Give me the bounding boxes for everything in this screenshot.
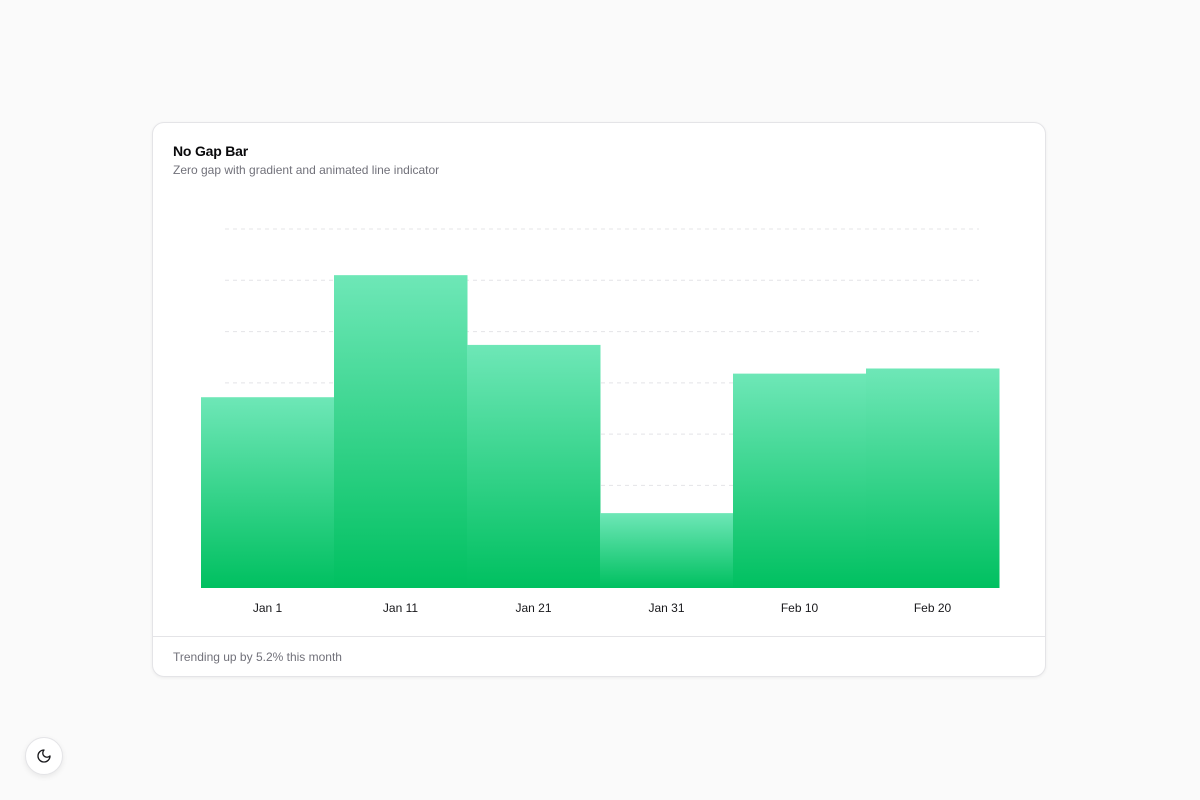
footer-text: Trending up by 5.2% this month — [173, 650, 342, 664]
x-tick-label: Jan 11 — [383, 601, 418, 615]
x-tick-label: Feb 10 — [781, 601, 819, 615]
x-tick-label: Jan 21 — [515, 601, 551, 615]
bars — [201, 275, 1000, 588]
theme-toggle-button[interactable] — [25, 737, 63, 775]
chart-card: No Gap Bar Zero gap with gradient and an… — [152, 122, 1046, 677]
bar-feb-10[interactable] — [733, 373, 867, 588]
x-axis-labels: Jan 1 Jan 11 Jan 21 Jan 31 Feb 10 Feb 20 — [253, 601, 952, 615]
bar-jan-1[interactable] — [201, 397, 335, 588]
bar-feb-20[interactable] — [866, 368, 1000, 588]
x-tick-label: Feb 20 — [914, 601, 952, 615]
card-footer: Trending up by 5.2% this month — [153, 636, 1045, 676]
bar-jan-11[interactable] — [334, 275, 468, 588]
bar-jan-21[interactable] — [467, 344, 601, 588]
moon-icon — [37, 749, 51, 763]
bar-chart: Jan 1 Jan 11 Jan 21 Jan 31 Feb 10 Feb 20 — [201, 228, 1000, 615]
x-tick-label: Jan 1 — [253, 601, 283, 615]
x-tick-label: Jan 31 — [648, 601, 684, 615]
bar-jan-31[interactable] — [600, 513, 734, 588]
